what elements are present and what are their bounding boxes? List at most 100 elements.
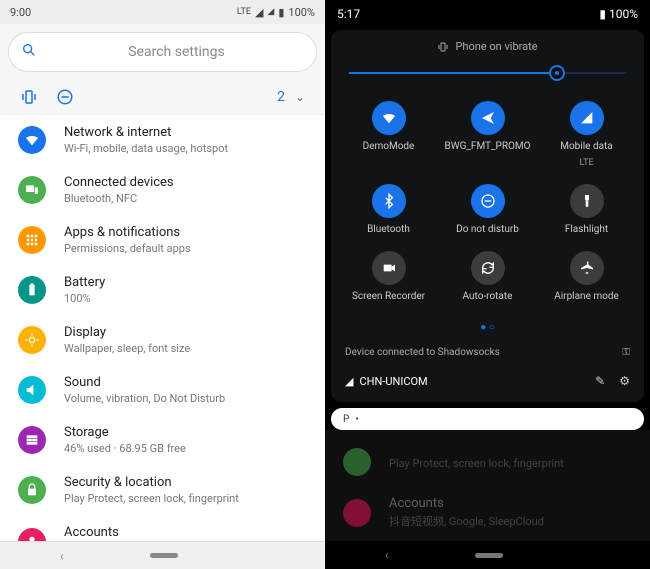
vibrate-icon bbox=[20, 88, 38, 106]
app-icon bbox=[343, 499, 371, 527]
notif-app-icon: P bbox=[343, 414, 349, 425]
status-time: 9:00 bbox=[10, 6, 31, 19]
ringer-status[interactable]: Phone on vibrate bbox=[331, 40, 644, 53]
tile-label: Bluetooth bbox=[367, 224, 410, 235]
item-title: Connected devices bbox=[64, 175, 174, 190]
signal-icon: ◢ bbox=[255, 6, 263, 19]
edit-icon[interactable]: ✎ bbox=[595, 374, 605, 388]
tile-label: Do not disturb bbox=[456, 224, 519, 235]
lte-icon: LTE bbox=[237, 7, 251, 17]
settings-item[interactable]: Display Wallpaper, sleep, font size bbox=[0, 315, 325, 365]
tile-label: Mobile data bbox=[560, 141, 613, 152]
item-subtitle: Bluetooth, NFC bbox=[64, 192, 174, 205]
page-indicator[interactable]: ● ○ bbox=[331, 316, 644, 339]
settings-item[interactable]: Battery 100% bbox=[0, 265, 325, 315]
search-settings-input[interactable]: Search settings bbox=[8, 32, 317, 72]
nav-bar: ‹ bbox=[0, 541, 325, 569]
behind-item[interactable]: Accounts 抖音短视频, Google, SleepCloud bbox=[325, 486, 650, 539]
search-bar-container: Search settings bbox=[8, 32, 317, 72]
qs-tile-plane[interactable]: Airplane mode bbox=[537, 251, 636, 302]
left-screen-settings: 9:00 LTE ◢ ◢ ▮ 100% Search settings 2 ⌄ bbox=[0, 0, 325, 569]
item-title: Accounts bbox=[64, 525, 219, 540]
suggestion-chips-row[interactable]: 2 ⌄ bbox=[0, 80, 325, 114]
item-title: Battery bbox=[64, 275, 105, 290]
tile-sublabel: LTE bbox=[579, 158, 593, 168]
tile-label: DemoMode bbox=[363, 141, 415, 152]
qs-tile-dnd[interactable]: Do not disturb bbox=[438, 184, 537, 235]
plane-icon bbox=[570, 251, 604, 285]
bt-icon bbox=[372, 184, 406, 218]
tile-label: Flashlight bbox=[565, 224, 608, 235]
item-title: Security & location bbox=[64, 475, 239, 490]
account-icon bbox=[18, 528, 46, 542]
item-title: Accounts bbox=[389, 496, 544, 511]
status-time: 5:17 bbox=[337, 7, 360, 21]
item-subtitle: Wi-Fi, mobile, data usage, hotspot bbox=[64, 142, 228, 155]
dnd-icon bbox=[56, 88, 74, 106]
quick-settings-panel: Phone on vibrate DemoMode BWG_FMT_PROMO … bbox=[331, 30, 644, 402]
carrier-row: ◢ CHN-UNICOM ✎ ⚙ bbox=[331, 366, 644, 396]
qs-tile-flash[interactable]: Flashlight bbox=[537, 184, 636, 235]
settings-item[interactable]: Connected devices Bluetooth, NFC bbox=[0, 165, 325, 215]
item-title: Display bbox=[64, 325, 190, 340]
settings-item[interactable]: Security & location Play Protect, screen… bbox=[0, 465, 325, 515]
item-subtitle: 100% bbox=[64, 292, 105, 305]
settings-item[interactable]: Storage 46% used · 68.95 GB free bbox=[0, 415, 325, 465]
tile-label: BWG_FMT_PROMO bbox=[445, 141, 531, 152]
ringer-status-label: Phone on vibrate bbox=[455, 40, 537, 53]
qs-tile-cell[interactable]: Mobile data LTE bbox=[537, 101, 636, 168]
settings-item[interactable]: Network & internet Wi-Fi, mobile, data u… bbox=[0, 115, 325, 165]
dim-background-settings: Play Protect, screen lock, fingerprint A… bbox=[325, 430, 650, 541]
notif-dot: • bbox=[355, 414, 358, 425]
nav-back-icon[interactable]: ‹ bbox=[385, 548, 389, 562]
settings-item[interactable]: Apps & notifications Permissions, defaul… bbox=[0, 215, 325, 265]
brightness-thumb-icon[interactable] bbox=[549, 65, 565, 81]
notification-card[interactable]: P • bbox=[331, 408, 644, 430]
display-icon bbox=[18, 326, 46, 354]
brightness-slider[interactable] bbox=[349, 63, 626, 83]
behind-item[interactable]: Play Protect, screen lock, fingerprint bbox=[325, 438, 650, 486]
settings-gear-icon[interactable]: ⚙ bbox=[619, 374, 630, 388]
qs-tile-send[interactable]: BWG_FMT_PROMO bbox=[438, 101, 537, 168]
qs-tile-rotate[interactable]: Auto-rotate bbox=[438, 251, 537, 302]
app-icon bbox=[343, 448, 371, 476]
item-subtitle: Permissions, default apps bbox=[64, 242, 191, 255]
item-subtitle: 抖音短视频, Google, SleepCloud bbox=[389, 513, 544, 529]
rotate-icon bbox=[471, 251, 505, 285]
suggestion-count: 2 bbox=[277, 89, 285, 105]
dnd-icon bbox=[471, 184, 505, 218]
qs-tile-bt[interactable]: Bluetooth bbox=[339, 184, 438, 235]
status-bar: 5:17 ▮ 100% bbox=[325, 0, 650, 28]
tile-label: Auto-rotate bbox=[463, 291, 513, 302]
tile-label: Airplane mode bbox=[554, 291, 619, 302]
search-placeholder: Search settings bbox=[49, 44, 304, 60]
chevron-down-icon[interactable]: ⌄ bbox=[295, 90, 305, 104]
storage-icon bbox=[18, 426, 46, 454]
qs-tile-wifi[interactable]: DemoMode bbox=[339, 101, 438, 168]
wifi-icon bbox=[372, 101, 406, 135]
send-icon bbox=[471, 101, 505, 135]
nav-home-pill[interactable] bbox=[150, 553, 178, 558]
battery-pct: 100% bbox=[288, 6, 315, 19]
qs-tile-rec[interactable]: Screen Recorder bbox=[339, 251, 438, 302]
settings-item[interactable]: Sound Volume, vibration, Do Not Disturb bbox=[0, 365, 325, 415]
item-subtitle: Play Protect, screen lock, fingerprint bbox=[389, 457, 564, 470]
nav-home-pill[interactable] bbox=[475, 553, 503, 558]
footer-message-row: Device connected to Shadowsocks ⚿ bbox=[331, 339, 644, 366]
settings-item[interactable]: Accounts 抖音短视频, Google, SleepCloud bbox=[0, 515, 325, 541]
nav-back-icon[interactable]: ‹ bbox=[60, 549, 64, 563]
tile-label: Screen Recorder bbox=[352, 291, 425, 302]
footer-message: Device connected to Shadowsocks bbox=[345, 347, 500, 358]
settings-list: Network & internet Wi-Fi, mobile, data u… bbox=[0, 114, 325, 541]
status-bar: 9:00 LTE ◢ ◢ ▮ 100% bbox=[0, 0, 325, 24]
item-title: Apps & notifications bbox=[64, 225, 191, 240]
item-title: Sound bbox=[64, 375, 225, 390]
qs-tile-grid: DemoMode BWG_FMT_PROMO Mobile data LTE B… bbox=[331, 87, 644, 316]
item-title: Network & internet bbox=[64, 125, 228, 140]
wifi-icon bbox=[18, 126, 46, 154]
vpn-key-icon: ⚿ bbox=[622, 347, 630, 358]
search-icon bbox=[21, 42, 37, 62]
right-screen-quicksettings: 5:17 ▮ 100% Phone on vibrate DemoMode BW… bbox=[325, 0, 650, 569]
sound-icon bbox=[18, 376, 46, 404]
flash-icon bbox=[570, 184, 604, 218]
